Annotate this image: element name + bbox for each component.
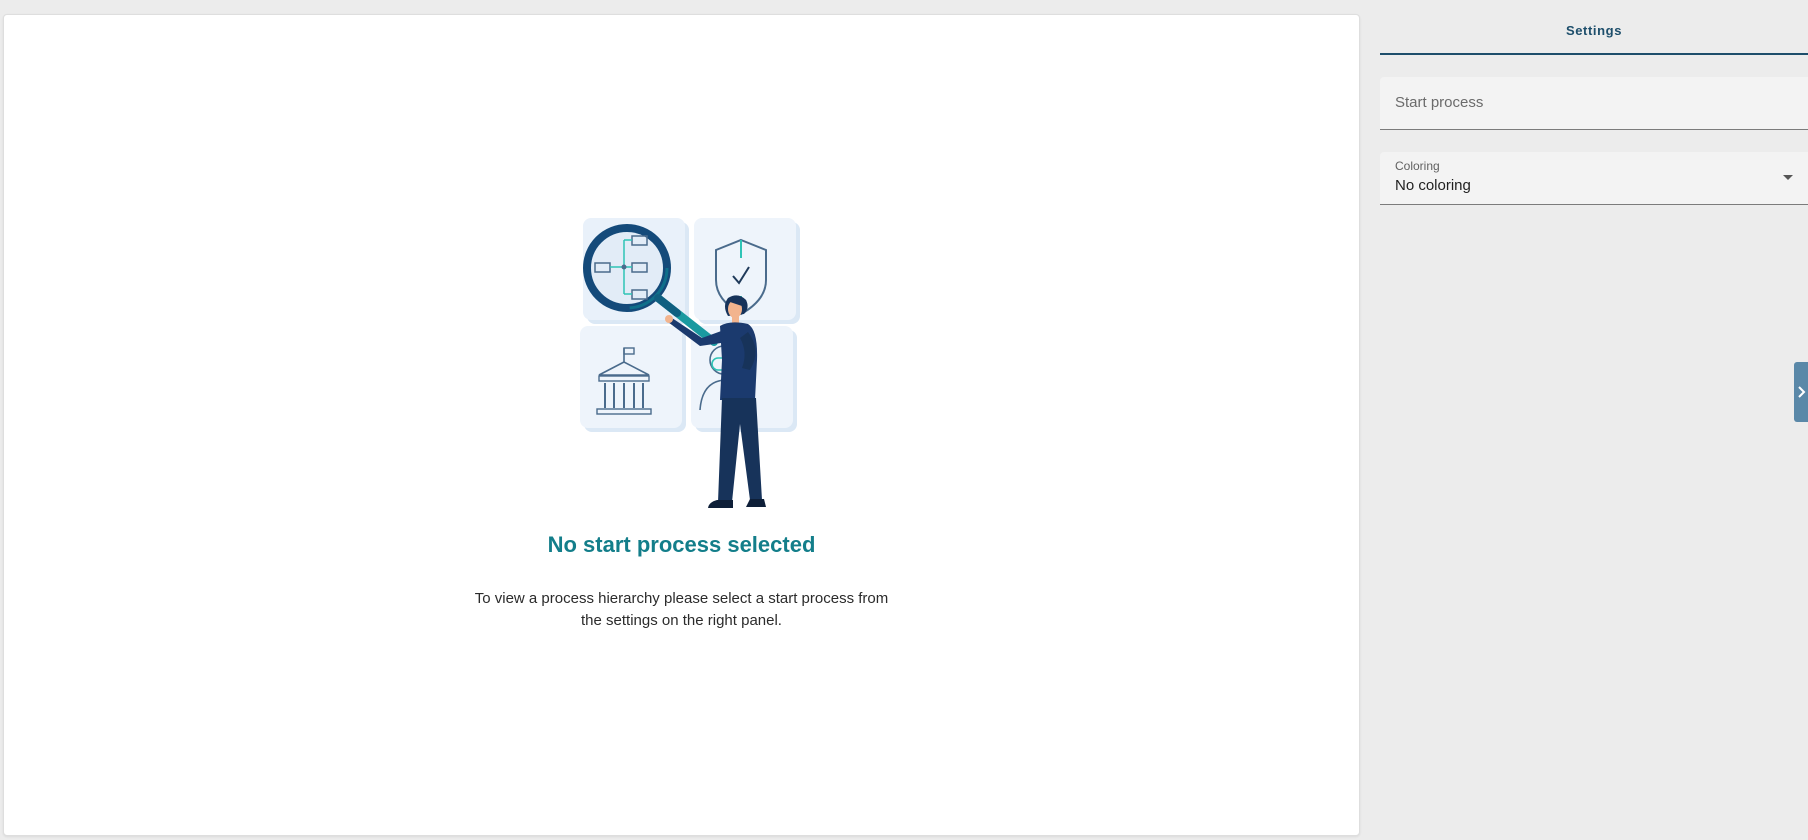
empty-state-description: To view a process hierarchy please selec…: [474, 590, 889, 629]
settings-panel: Settings Start process Coloring No color…: [1380, 0, 1808, 840]
start-process-field[interactable]: Start process: [1380, 77, 1808, 130]
tab-settings[interactable]: Settings: [1380, 0, 1808, 55]
chevron-right-icon: [1798, 386, 1806, 398]
empty-state-title: No start process selected: [547, 532, 816, 557]
coloring-label: Coloring: [1395, 159, 1440, 173]
start-process-placeholder: Start process: [1395, 94, 1484, 111]
coloring-value: No coloring: [1395, 177, 1471, 194]
panel-toggle-button[interactable]: [1794, 362, 1808, 422]
person-with-magnifier-illustration: [579, 218, 800, 508]
coloring-select[interactable]: Coloring No coloring: [1380, 152, 1808, 205]
process-hierarchy-canvas: No start process selected To view a proc…: [3, 14, 1360, 836]
chevron-down-icon: [1783, 175, 1793, 180]
empty-state: No start process selected To view a proc…: [4, 210, 1359, 632]
